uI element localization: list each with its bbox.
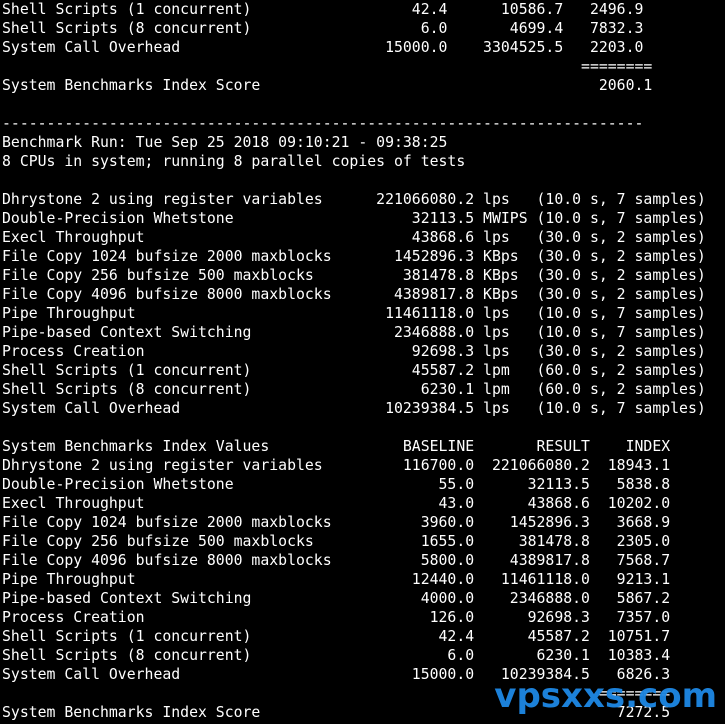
terminal-line: Shell Scripts (8 concurrent) 6.0 4699.4 … xyxy=(2,20,644,37)
terminal-line: Pipe Throughput 12440.0 11461118.0 9213.… xyxy=(2,571,671,588)
terminal-line: Dhrystone 2 using register variables 116… xyxy=(2,457,671,474)
terminal-line: Double-Precision Whetstone 32113.5 MWIPS… xyxy=(2,210,706,227)
terminal-line: ----------------------------------------… xyxy=(2,115,644,132)
terminal-line: Shell Scripts (8 concurrent) 6230.1 lpm … xyxy=(2,381,706,398)
terminal-line: File Copy 1024 bufsize 2000 maxblocks 39… xyxy=(2,514,671,531)
terminal-line: System Benchmarks Index Values BASELINE … xyxy=(2,438,671,455)
terminal-line: File Copy 4096 bufsize 8000 maxblocks 43… xyxy=(2,286,706,303)
terminal-line: System Call Overhead 10239384.5 lps (10.… xyxy=(2,400,706,417)
terminal-line: Shell Scripts (1 concurrent) 42.4 45587.… xyxy=(2,628,671,645)
terminal-line: Dhrystone 2 using register variables 221… xyxy=(2,191,706,208)
terminal-line: File Copy 256 bufsize 500 maxblocks 3814… xyxy=(2,267,706,284)
watermark-logo: vpsxxs.com xyxy=(494,676,717,716)
terminal-line: ======== xyxy=(2,58,653,75)
terminal-line: File Copy 256 bufsize 500 maxblocks 1655… xyxy=(2,533,671,550)
terminal-line: File Copy 4096 bufsize 8000 maxblocks 58… xyxy=(2,552,671,569)
terminal-line: System Benchmarks Index Score 2060.1 xyxy=(2,77,653,94)
terminal-line: Benchmark Run: Tue Sep 25 2018 09:10:21 … xyxy=(2,134,448,151)
terminal-line: Double-Precision Whetstone 55.0 32113.5 … xyxy=(2,476,671,493)
terminal-output: Shell Scripts (1 concurrent) 42.4 10586.… xyxy=(2,0,723,724)
terminal-line: Process Creation 126.0 92698.3 7357.0 xyxy=(2,609,671,626)
terminal-line: System Call Overhead 15000.0 3304525.5 2… xyxy=(2,39,644,56)
terminal-line: Pipe-based Context Switching 2346888.0 l… xyxy=(2,324,706,341)
terminal-line: Execl Throughput 43.0 43868.6 10202.0 xyxy=(2,495,671,512)
terminal-line: Pipe-based Context Switching 4000.0 2346… xyxy=(2,590,671,607)
terminal-line: Shell Scripts (1 concurrent) 42.4 10586.… xyxy=(2,1,644,18)
terminal-line: Shell Scripts (8 concurrent) 6.0 6230.1 … xyxy=(2,647,671,664)
terminal-line: File Copy 1024 bufsize 2000 maxblocks 14… xyxy=(2,248,706,265)
terminal-line: 8 CPUs in system; running 8 parallel cop… xyxy=(2,153,466,170)
terminal-line: Process Creation 92698.3 lps (30.0 s, 2 … xyxy=(2,343,706,360)
terminal-line: Execl Throughput 43868.6 lps (30.0 s, 2 … xyxy=(2,229,706,246)
terminal-line: Shell Scripts (1 concurrent) 45587.2 lpm… xyxy=(2,362,706,379)
terminal-line: Pipe Throughput 11461118.0 lps (10.0 s, … xyxy=(2,305,706,322)
